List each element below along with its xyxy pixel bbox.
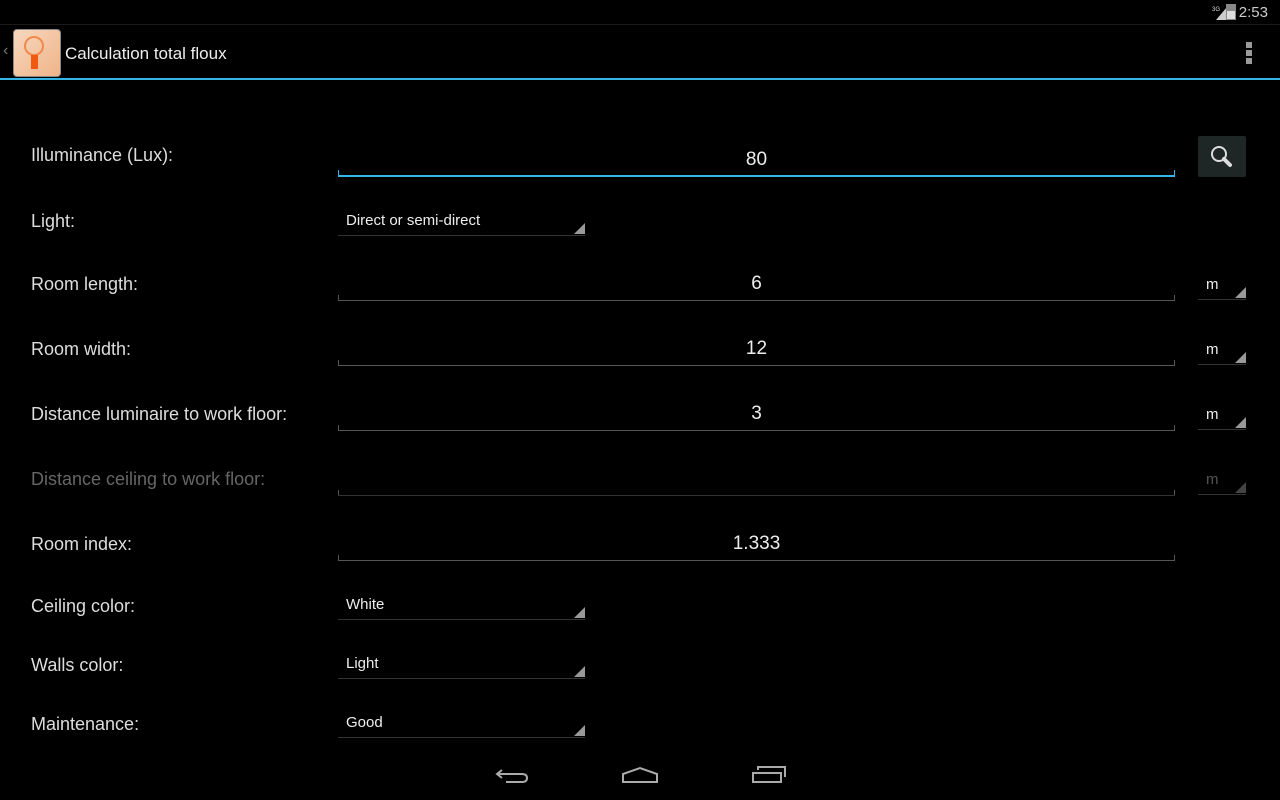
ceiling-color-spinner[interactable]: White [338,590,585,620]
distance-luminaire-input[interactable]: 3 [338,397,1175,431]
status-bar: 3G 2:53 [0,0,1280,25]
dropdown-triangle-icon [1235,352,1246,363]
clock: 2:53 [1238,4,1268,21]
room-length-label: Room length: [31,274,139,294]
action-bar: ‹ Calculation total floux [0,26,1280,80]
distance-ceiling-input [338,462,1175,496]
walls-color-label: Walls color: [31,655,124,675]
battery-icon [1226,4,1236,20]
unit-value: m [1206,341,1219,358]
unit-value: m [1206,406,1219,423]
home-icon[interactable] [620,764,660,788]
recent-apps-icon[interactable] [750,764,788,788]
app-logo-lightbulb-icon[interactable] [13,29,61,77]
room-length-input[interactable]: 6 [338,267,1175,301]
unit-value: m [1206,471,1219,488]
room-width-input[interactable]: 12 [338,332,1175,366]
illuminance-label: Illuminance (Lux): [31,145,174,165]
ceiling-color-value: White [346,596,385,613]
back-icon[interactable] [494,764,530,788]
search-icon [1211,146,1232,167]
illuminance-input[interactable]: 80 [338,143,1175,177]
unit-value: m [1206,276,1219,293]
ceiling-color-label: Ceiling color: [31,596,136,616]
distance-luminaire-unit-spinner[interactable]: m [1198,400,1246,430]
dropdown-triangle-icon [574,607,585,618]
room-length-unit-spinner[interactable]: m [1198,270,1246,300]
maintenance-value: Good [346,714,383,731]
light-label: Light: [31,211,76,231]
svg-text:3G: 3G [1212,7,1220,13]
dropdown-triangle-icon [574,725,585,736]
distance-luminaire-label: Distance luminaire to work floor: [31,404,288,424]
dropdown-triangle-icon [574,223,585,234]
up-caret-icon[interactable]: ‹ [3,42,8,60]
distance-ceiling-unit-spinner: m [1198,465,1246,495]
overflow-menu-icon[interactable] [1246,42,1252,66]
dropdown-triangle-icon [1235,482,1246,493]
room-index-label: Room index: [31,534,133,554]
room-width-label: Room width: [31,339,132,359]
walls-color-value: Light [346,655,379,672]
page-title: Calculation total floux [65,44,227,63]
dropdown-triangle-icon [574,666,585,677]
room-width-unit-spinner[interactable]: m [1198,335,1246,365]
walls-color-spinner[interactable]: Light [338,649,585,679]
dropdown-triangle-icon [1235,287,1246,298]
maintenance-label: Maintenance: [31,714,140,734]
maintenance-spinner[interactable]: Good [338,708,585,738]
search-button[interactable] [1198,136,1246,177]
navigation-bar [0,752,1280,800]
light-value: Direct or semi-direct [346,212,481,229]
distance-ceiling-label: Distance ceiling to work floor: [31,469,266,489]
dropdown-triangle-icon [1235,417,1246,428]
light-spinner[interactable]: Direct or semi-direct [338,206,585,236]
room-index-output: 1.333 [338,527,1175,561]
